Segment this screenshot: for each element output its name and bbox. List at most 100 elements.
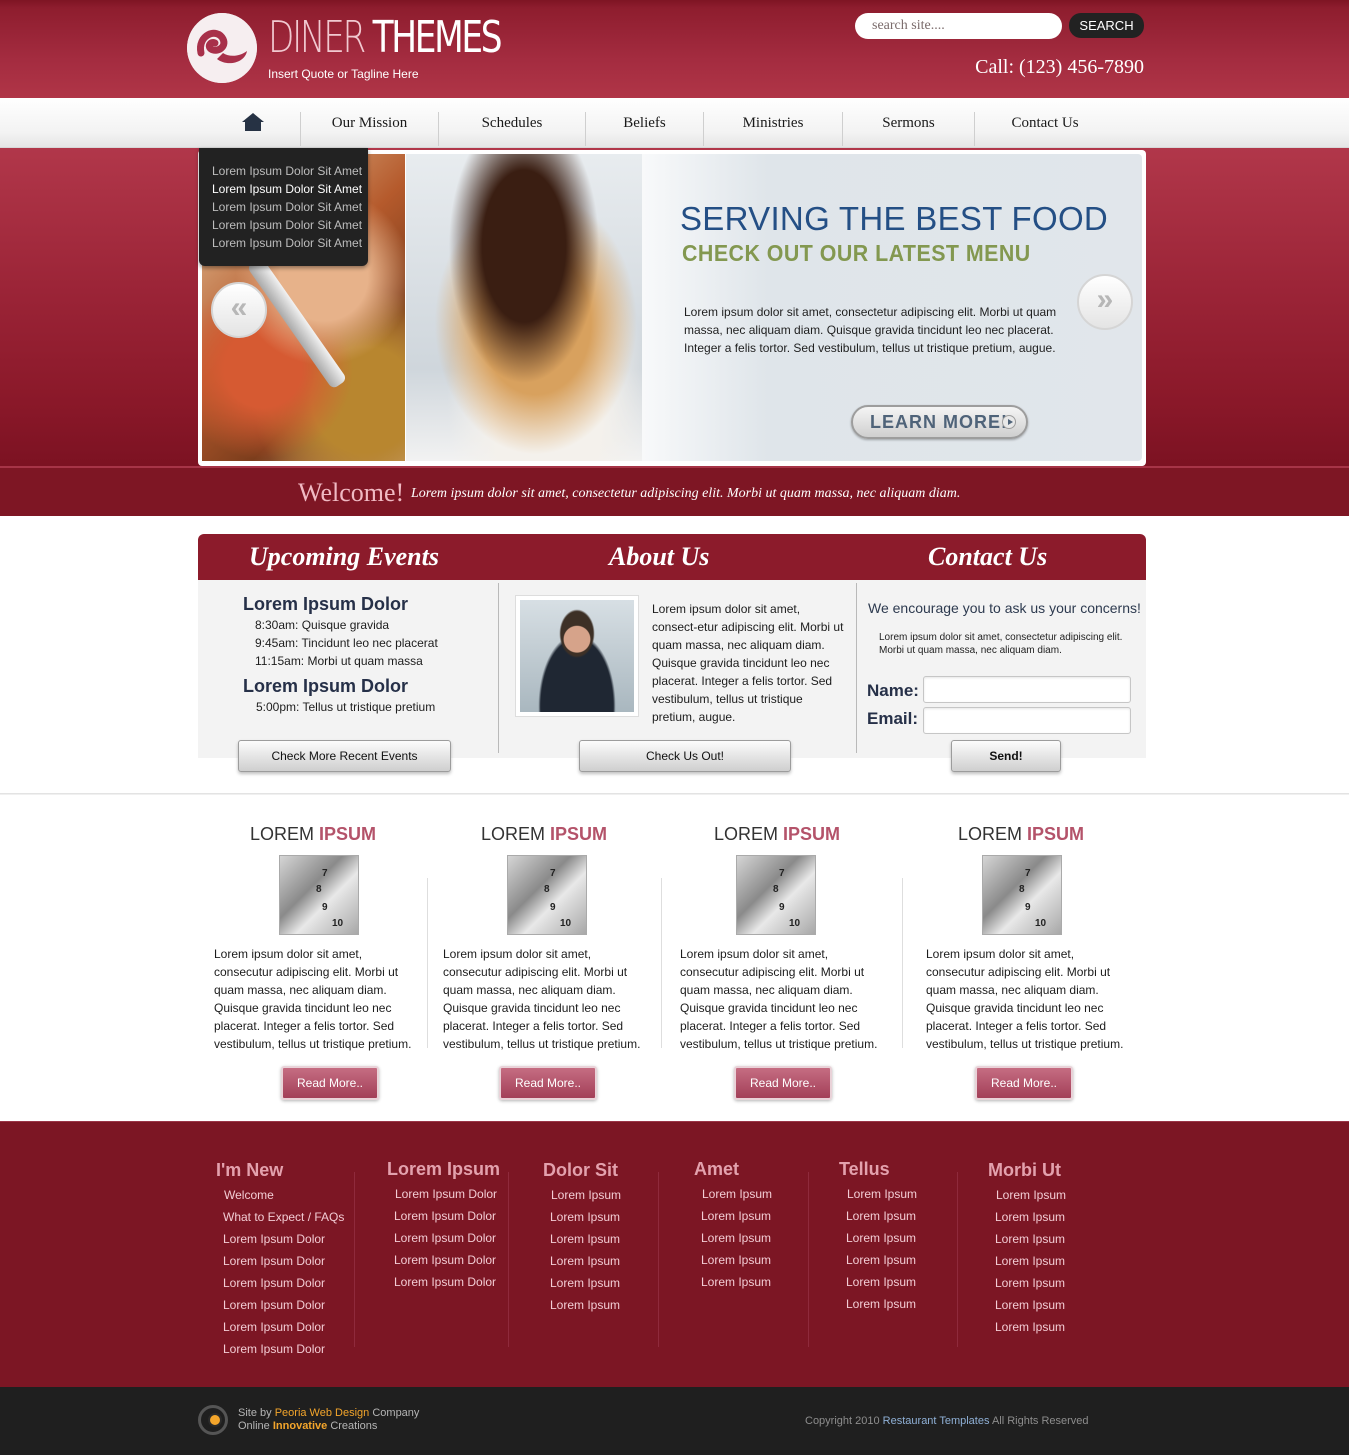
calendar-number: 8 <box>1019 884 1025 895</box>
column-separator <box>661 878 662 1048</box>
feature-title: LOREM IPSUM <box>714 824 840 845</box>
nav-item-schedules[interactable]: Schedules <box>439 98 585 148</box>
footer-link[interactable]: Lorem Ipsum Dolor <box>223 1342 325 1356</box>
event-line: 9:45am: Tincidunt leo nec placerat <box>255 636 438 650</box>
read-more-button[interactable]: Read More.. <box>975 1066 1073 1100</box>
slide-menu-item[interactable]: Lorem Ipsum Dolor Sit Amet <box>212 164 362 178</box>
footer-link[interactable]: Lorem Ipsum <box>701 1253 771 1267</box>
search-button[interactable]: SEARCH <box>1069 13 1144 38</box>
slide-title: SERVING THE BEST FOOD <box>680 200 1109 237</box>
footer-link[interactable]: Lorem Ipsum Dolor <box>394 1231 496 1245</box>
footer-link[interactable]: Lorem Ipsum Dolor <box>223 1320 325 1334</box>
feature-title-plain: LOREM <box>481 824 546 844</box>
footer-link[interactable]: Lorem Ipsum <box>550 1276 620 1290</box>
feature-title-plain: LOREM <box>958 824 1023 844</box>
footer-link[interactable]: Lorem Ipsum <box>550 1232 620 1246</box>
calendar-number: 8 <box>773 884 779 895</box>
feature-title-plain: LOREM <box>250 824 315 844</box>
section-divider <box>0 793 1349 795</box>
footer-separator <box>508 1172 509 1347</box>
footer-link[interactable]: Lorem Ipsum <box>846 1231 916 1245</box>
footer-link[interactable]: Lorem Ipsum <box>701 1275 771 1289</box>
footer-link[interactable]: Lorem Ipsum <box>847 1187 917 1201</box>
footer-link[interactable]: Lorem Ipsum <box>846 1297 916 1311</box>
footer-separator <box>957 1172 958 1347</box>
footer-heading: Lorem Ipsum <box>387 1159 501 1179</box>
credit-site-by: Site by <box>238 1407 272 1419</box>
feature-title: LOREM IPSUM <box>481 824 607 845</box>
footer-link[interactable]: Lorem Ipsum <box>701 1209 771 1223</box>
nav-item-beliefs[interactable]: Beliefs <box>586 98 703 148</box>
footer-link[interactable]: Lorem Ipsum <box>995 1276 1065 1290</box>
logo-icon[interactable] <box>187 13 257 83</box>
credit-company-link[interactable]: Peoria Web Design <box>275 1407 370 1419</box>
footer-link[interactable]: Lorem Ipsum <box>996 1188 1066 1202</box>
read-more-button[interactable]: Read More.. <box>734 1066 832 1100</box>
contact-title: Contact Us <box>928 542 1048 571</box>
slide-menu-item[interactable]: Lorem Ipsum Dolor Sit Amet <box>212 218 362 232</box>
footer-link[interactable]: Lorem Ipsum Dolor <box>223 1254 325 1268</box>
nav-item-our-mission[interactable]: Our Mission <box>301 98 438 148</box>
next-slide-button[interactable]: » <box>1077 274 1133 330</box>
check-events-button[interactable]: Check More Recent Events <box>238 740 451 772</box>
footer-link[interactable]: Lorem Ipsum Dolor <box>223 1232 325 1246</box>
nav-item-ministries[interactable]: Ministries <box>704 98 842 148</box>
footer-link[interactable]: What to Expect / FAQs <box>223 1210 344 1224</box>
footer-link[interactable]: Lorem Ipsum <box>701 1231 771 1245</box>
check-us-out-button[interactable]: Check Us Out! <box>579 740 791 772</box>
footer-link[interactable]: Lorem Ipsum <box>550 1298 620 1312</box>
slide-menu-item[interactable]: Lorem Ipsum Dolor Sit Amet <box>212 182 362 196</box>
learn-more-button[interactable]: LEARN MORE! <box>851 405 1028 439</box>
footer-link[interactable]: Lorem Ipsum <box>995 1254 1065 1268</box>
footer-link[interactable]: Lorem Ipsum <box>995 1298 1065 1312</box>
footer-link[interactable]: Lorem Ipsum <box>995 1210 1065 1224</box>
search-input[interactable] <box>855 13 1062 39</box>
footer-link[interactable]: Lorem Ipsum <box>702 1187 772 1201</box>
footer-link[interactable]: Lorem Ipsum <box>550 1254 620 1268</box>
prev-slide-button[interactable]: « <box>211 282 267 338</box>
logo-text-bold: THEMES <box>372 12 503 63</box>
footer-link[interactable]: Lorem Ipsum <box>551 1188 621 1202</box>
footer-link[interactable]: Lorem Ipsum Dolor <box>394 1275 496 1289</box>
footer-link[interactable]: Lorem Ipsum Dolor <box>223 1298 325 1312</box>
calendar-number: 8 <box>316 884 322 895</box>
learn-more-label: LEARN MORE! <box>870 412 1008 432</box>
footer-link[interactable]: Lorem Ipsum Dolor <box>394 1209 496 1223</box>
feature-title-accent: IPSUM <box>319 824 377 844</box>
feature-title-accent: IPSUM <box>1027 824 1085 844</box>
footer-link[interactable]: Lorem Ipsum Dolor <box>395 1187 497 1201</box>
column-separator <box>902 878 903 1048</box>
footer-link[interactable]: Lorem Ipsum <box>995 1232 1065 1246</box>
footer-link[interactable]: Welcome <box>224 1188 274 1202</box>
feature-title-plain: LOREM <box>714 824 779 844</box>
about-text: Lorem ipsum dolor sit amet, consect-etur… <box>652 602 844 724</box>
email-field[interactable] <box>923 707 1131 734</box>
slide-menu-item[interactable]: Lorem Ipsum Dolor Sit Amet <box>212 236 362 250</box>
send-button[interactable]: Send! <box>951 740 1061 772</box>
footer-link[interactable]: Lorem Ipsum <box>846 1209 916 1223</box>
home-icon[interactable] <box>240 112 266 132</box>
footer-link[interactable]: Lorem Ipsum Dolor <box>394 1253 496 1267</box>
copyright: Copyright 2010 Restaurant Templates All … <box>805 1415 1089 1427</box>
info-boxes-header: Upcoming Events About Us Contact Us <box>198 534 1146 580</box>
copyright-prefix: Copyright 2010 <box>805 1415 880 1427</box>
calendar-number: 10 <box>332 918 344 929</box>
credit-company: Company <box>372 1407 420 1419</box>
footer-link[interactable]: Lorem Ipsum Dolor <box>223 1276 325 1290</box>
footer-link[interactable]: Lorem Ipsum <box>995 1320 1065 1334</box>
footer-link[interactable]: Lorem Ipsum <box>846 1253 916 1267</box>
read-more-button[interactable]: Read More.. <box>499 1066 597 1100</box>
calendar-number: 10 <box>789 918 801 929</box>
logo-text[interactable]: DINER THEMES <box>268 12 503 63</box>
slide-menu-item[interactable]: Lorem Ipsum Dolor Sit Amet <box>212 200 362 214</box>
slide-dessert-image <box>406 154 642 461</box>
nav-item-contact-us[interactable]: Contact Us <box>975 98 1115 148</box>
copyright-link[interactable]: Restaurant Templates <box>883 1415 990 1427</box>
nav-item-sermons[interactable]: Sermons <box>843 98 974 148</box>
calendar-number: 10 <box>560 918 572 929</box>
read-more-button[interactable]: Read More.. <box>281 1066 379 1100</box>
footer-link[interactable]: Lorem Ipsum <box>550 1210 620 1224</box>
event-line: 5:00pm: Tellus ut tristique pretium <box>256 700 436 714</box>
footer-link[interactable]: Lorem Ipsum <box>846 1275 916 1289</box>
name-field[interactable] <box>923 676 1131 703</box>
